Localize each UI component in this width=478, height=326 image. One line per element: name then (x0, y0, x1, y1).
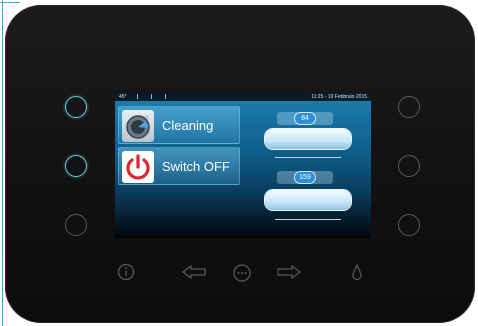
right-button-3[interactable] (398, 214, 420, 236)
display-screen: 45° 11:25 - 19 Febbraio 2015 Cleaning Sw… (115, 93, 371, 238)
corner-guide-horizontal (0, 2, 20, 3)
status-icon-2 (151, 94, 155, 99)
corner-guide-vertical (2, 0, 3, 326)
top-heater-line (275, 157, 341, 158)
bottom-heater-line (275, 219, 341, 220)
menu-dots-icon[interactable] (232, 263, 252, 288)
info-icon[interactable] (117, 263, 135, 286)
top-tank (265, 129, 351, 149)
temperature-readout: 45° (119, 94, 127, 100)
status-icon-1 (137, 94, 141, 99)
switch-off-label: Switch OFF (162, 159, 230, 174)
cleaning-label: Cleaning (162, 118, 214, 133)
cleaning-icon (122, 110, 154, 142)
status-bar: 45° 11:25 - 19 Febbraio 2015 (115, 93, 371, 101)
right-arrow-icon[interactable] (276, 264, 302, 285)
bottom-gauge-value: 159 (295, 172, 315, 183)
switch-off-button[interactable]: Switch OFF (118, 147, 240, 185)
bottom-tank (265, 190, 351, 210)
left-button-3[interactable] (65, 214, 87, 236)
cleaning-button[interactable]: Cleaning (118, 106, 240, 144)
power-icon (122, 151, 154, 183)
date-time: 11:25 - 19 Febbraio 2015 (311, 94, 367, 100)
right-button-1[interactable] (398, 96, 420, 118)
water-drop-icon[interactable] (351, 263, 363, 286)
left-button-1[interactable] (65, 96, 87, 118)
status-icon-3 (165, 94, 169, 99)
left-button-2[interactable] (65, 155, 87, 177)
right-button-2[interactable] (398, 155, 420, 177)
left-arrow-icon[interactable] (181, 264, 207, 285)
top-gauge-value: 84 (295, 113, 315, 124)
